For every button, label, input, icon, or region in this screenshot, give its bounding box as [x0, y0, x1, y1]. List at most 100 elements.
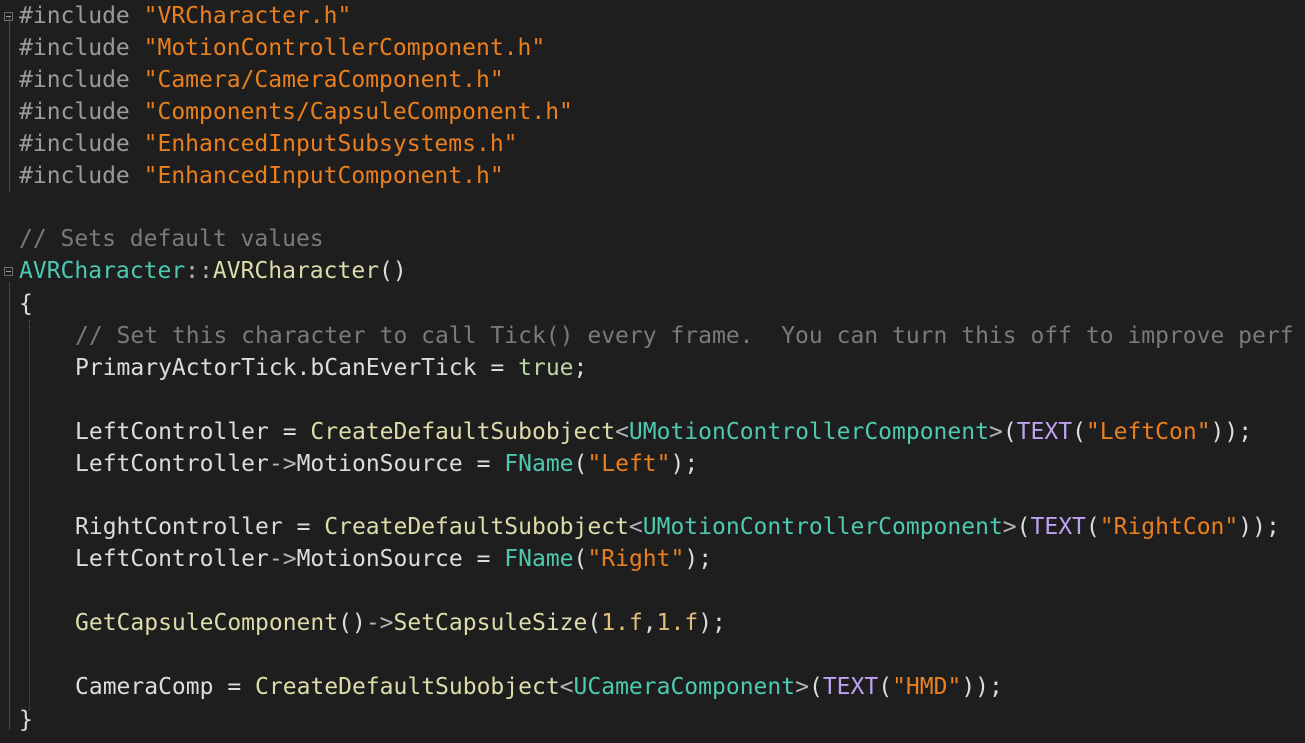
variable: LeftController: [75, 451, 269, 477]
angle-close: >: [1002, 514, 1017, 540]
angle-open: <: [615, 419, 629, 445]
class-name: AVRCharacter: [19, 258, 186, 284]
type-name: UMotionControllerComponent: [642, 514, 1003, 540]
type-name: FName: [504, 451, 574, 477]
paren-open: (: [878, 674, 893, 700]
paren-open: (: [573, 546, 588, 572]
paren-open: (: [1085, 514, 1100, 540]
operator: =: [282, 514, 325, 540]
include-directive: #include: [19, 3, 130, 29]
member: MotionSource: [296, 546, 463, 572]
include-directive: #include: [19, 99, 130, 125]
function-name: CreateDefaultSubobject: [310, 419, 616, 445]
code-line: #include "Camera/CameraComponent.h": [19, 64, 504, 96]
member: MotionSource: [296, 451, 463, 477]
operator: =: [476, 355, 519, 381]
arrow-operator: ->: [365, 610, 394, 636]
paren-close: ));: [1238, 514, 1280, 540]
variable: LeftController: [75, 546, 269, 572]
paren-open: (: [587, 610, 602, 636]
code-line: #include "MotionControllerComponent.h": [19, 32, 545, 64]
number-literal: 1.f: [601, 610, 643, 636]
comment-line: // Set this character to call Tick() eve…: [75, 323, 1294, 349]
include-path: "MotionControllerComponent.h": [143, 35, 546, 61]
angle-open: <: [628, 514, 643, 540]
comment-line: // Sets default values: [19, 226, 324, 252]
arrow-operator: ->: [268, 451, 297, 477]
paren-open: (: [573, 451, 588, 477]
paren-open: (: [1072, 419, 1086, 445]
paren-open: (: [1016, 514, 1031, 540]
operator: =: [462, 451, 505, 477]
constructor-name: AVRCharacter: [212, 258, 380, 284]
code-line: PrimaryActorTick.bCanEverTick = true;: [19, 352, 587, 384]
variable: RightController: [75, 514, 283, 540]
fold-toggle-icon[interactable]: [4, 267, 13, 276]
string-literal: "LeftCon": [1085, 419, 1211, 445]
string-literal: "Right": [587, 546, 685, 572]
semicolon: ;: [573, 355, 588, 381]
brace-close: }: [19, 707, 33, 733]
code-line: CameraComp = CreateDefaultSubobject<UCam…: [19, 671, 1003, 703]
variable: CameraComp: [75, 674, 214, 700]
arrow-operator: ->: [268, 546, 297, 572]
string-literal: "Left": [587, 451, 671, 477]
bool-literal: true: [518, 355, 574, 381]
paren-open: (: [808, 674, 823, 700]
code-line: #include "Components/CapsuleComponent.h": [19, 96, 573, 128]
paren-close: );: [684, 546, 713, 572]
fold-toggle-icon[interactable]: [4, 12, 13, 21]
paren-close: );: [698, 610, 726, 636]
code-line: RightController = CreateDefaultSubobject…: [19, 511, 1280, 543]
paren-close: ));: [1210, 419, 1253, 445]
include-directive: #include: [19, 163, 130, 189]
include-directive: #include: [19, 35, 130, 61]
parens: (): [379, 258, 407, 284]
operator: =: [462, 546, 505, 572]
comma: ,: [642, 610, 657, 636]
paren-open: (: [1002, 419, 1017, 445]
brace-open: {: [19, 291, 33, 317]
code-line: #include "VRCharacter.h": [19, 0, 351, 32]
angle-open: <: [559, 674, 574, 700]
paren-close: );: [670, 451, 699, 477]
number-literal: 1.f: [656, 610, 699, 636]
code-line: #include "EnhancedInputSubsystems.h": [19, 128, 518, 160]
function-name: SetCapsuleSize: [393, 610, 588, 636]
include-directive: #include: [19, 67, 130, 93]
function-name: CreateDefaultSubobject: [324, 514, 629, 540]
code-line: #include "EnhancedInputComponent.h": [19, 160, 504, 192]
code-line: AVRCharacter::AVRCharacter(): [19, 255, 407, 287]
outline-guide: [9, 282, 10, 730]
outline-guide: [9, 16, 10, 192]
code-line: LeftController->MotionSource = FName("Ri…: [19, 543, 712, 575]
code-editor[interactable]: #include "VRCharacter.h" #include "Motio…: [0, 0, 1305, 743]
angle-close: >: [795, 674, 809, 700]
type-name: UMotionControllerComponent: [628, 419, 989, 445]
include-path: "Camera/CameraComponent.h": [143, 67, 504, 93]
function-name: CreateDefaultSubobject: [255, 674, 560, 700]
lhs: PrimaryActorTick.bCanEverTick: [75, 355, 477, 381]
include-path: "Components/CapsuleComponent.h": [143, 99, 573, 125]
operator: =: [213, 674, 256, 700]
code-line: LeftController = CreateDefaultSubobject<…: [19, 416, 1252, 448]
string-literal: "RightCon": [1099, 514, 1239, 540]
variable: LeftController: [75, 419, 269, 445]
type-name: UCameraComponent: [573, 674, 796, 700]
include-path: "EnhancedInputSubsystems.h": [143, 131, 518, 157]
code-line: GetCapsuleComponent()->SetCapsuleSize(1.…: [19, 607, 726, 639]
call-parens: (): [338, 610, 366, 636]
scope-operator: ::: [185, 258, 213, 284]
macro-name: TEXT: [1016, 419, 1073, 445]
include-path: "EnhancedInputComponent.h": [143, 163, 504, 189]
function-name: GetCapsuleComponent: [75, 610, 339, 636]
include-path: "VRCharacter.h": [143, 3, 352, 29]
string-literal: "HMD": [892, 674, 962, 700]
type-name: FName: [504, 546, 574, 572]
code-line: LeftController->MotionSource = FName("Le…: [19, 448, 698, 480]
include-directive: #include: [19, 131, 130, 157]
paren-close: ));: [961, 674, 1003, 700]
macro-name: TEXT: [1030, 514, 1086, 540]
operator: =: [268, 419, 311, 445]
macro-name: TEXT: [822, 674, 879, 700]
